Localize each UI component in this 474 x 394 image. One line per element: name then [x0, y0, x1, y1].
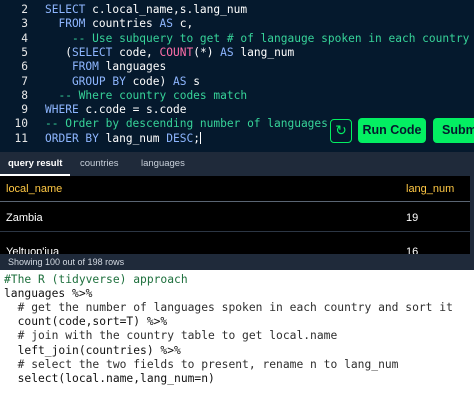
cell-local-name: Zambia: [6, 212, 43, 224]
r-code-line: left_join(countries) %>%: [4, 343, 181, 357]
code-token: SELECT: [71, 45, 120, 59]
query-result-panel: query result countries languages local_n…: [0, 148, 474, 270]
code-token: lang_num: [240, 45, 295, 59]
code-token: WHERE: [45, 103, 86, 117]
text-caret: [199, 131, 201, 144]
code-token: lang_num: [105, 131, 167, 145]
code-text: (SELECT code, COUNT(*) AS lang_num: [45, 46, 294, 60]
submit-button[interactable]: Submi: [433, 118, 474, 143]
result-table: local_name lang_num Zambia 19 Yeltuop'iu…: [0, 176, 470, 266]
code-token: code): [132, 74, 173, 88]
row-count-footer: Showing 100 out of 198 rows: [0, 254, 474, 270]
line-number: 3: [21, 17, 28, 31]
line-number: 6: [21, 60, 28, 74]
code-text: WHERE c.code = s.code: [45, 103, 186, 117]
code-token: -- Use subquery to get # of langauge spo…: [45, 31, 470, 45]
code-token: c,: [179, 17, 194, 31]
code-line[interactable]: 7 GROUP BY code) AS s: [0, 75, 474, 89]
run-code-button[interactable]: Run Code: [358, 118, 426, 143]
r-comment-line: # select the two fields to present, rena…: [4, 357, 399, 371]
code-token: DESC: [166, 131, 194, 145]
code-token: AS: [159, 17, 180, 31]
code-text: GROUP BY code) AS s: [45, 75, 200, 89]
code-token: -- Where country codes match: [45, 88, 248, 102]
code-token: c.local_name,s.lang_num: [92, 3, 248, 16]
line-number: 4: [21, 31, 28, 45]
code-line[interactable]: 2 SELECT c.local_name,s.lang_num: [0, 3, 474, 17]
code-text: -- Where country codes match: [45, 89, 247, 103]
code-token: s: [193, 74, 200, 88]
line-number: 2: [21, 3, 28, 16]
result-tabs: query result countries languages: [0, 152, 474, 176]
line-number: 7: [21, 74, 28, 88]
code-text: FROM languages: [45, 60, 166, 74]
code-token: -- Order by descending number of languag…: [45, 117, 328, 131]
code-text: SELECT c.local_name,s.lang_num: [45, 3, 247, 17]
code-token: ;: [193, 131, 200, 145]
table-scrollbar[interactable]: [470, 176, 474, 258]
tab-query-result[interactable]: query result: [0, 152, 71, 176]
cell-lang-num: 19: [406, 212, 419, 224]
r-comment-line: # join with the country table to get loc…: [4, 329, 338, 343]
table-row: Zambia 19: [0, 204, 470, 232]
code-line[interactable]: 6 FROM languages: [0, 60, 474, 74]
tab-languages[interactable]: languages: [133, 152, 193, 176]
code-token: (*): [193, 45, 221, 59]
code-line[interactable]: 5 (SELECT code, COUNT(*) AS lang_num: [0, 46, 474, 60]
r-code-line: languages %>%: [4, 287, 93, 301]
code-token: (: [45, 45, 72, 59]
table-header: local_name lang_num: [0, 176, 470, 202]
line-number: 10: [14, 117, 28, 131]
code-line[interactable]: 4 -- Use subquery to get # of langauge s…: [0, 32, 474, 46]
r-comment-line: # get the number of languages spoken in …: [4, 301, 453, 315]
code-line[interactable]: 8 -- Where country codes match: [0, 89, 474, 103]
code-token: ORDER BY: [45, 131, 106, 145]
code-token: countries: [92, 17, 160, 31]
r-code-line: select(local.name,lang_num=n): [4, 371, 215, 385]
code-token: GROUP BY: [45, 74, 133, 88]
column-header-local-name[interactable]: local_name: [6, 176, 62, 202]
code-text: -- Use subquery to get # of langauge spo…: [45, 32, 469, 46]
r-code-line: count(code,sort=T) %>%: [4, 315, 168, 329]
code-token: languages: [105, 60, 167, 74]
sql-editor[interactable]: 2 SELECT c.local_name,s.lang_num 3 FROM co…: [0, 0, 474, 148]
code-line[interactable]: 9 WHERE c.code = s.code: [0, 103, 474, 117]
line-number: 9: [21, 103, 28, 117]
code-token: c.code = s.code: [85, 103, 187, 117]
column-header-lang-num[interactable]: lang_num: [406, 176, 454, 202]
code-token: SELECT: [45, 3, 93, 16]
code-token: FROM: [45, 60, 106, 74]
tab-countries[interactable]: countries: [72, 152, 127, 176]
code-token: code,: [119, 45, 160, 59]
line-number: 8: [21, 88, 28, 102]
code-text: -- Order by descending number of languag…: [45, 117, 328, 131]
code-token: FROM: [45, 17, 93, 31]
reset-button[interactable]: ↻: [330, 119, 352, 143]
code-text: ORDER BY lang_num DESC;: [45, 131, 201, 146]
reset-icon: ↻: [335, 122, 347, 138]
code-text: FROM countries AS c,: [45, 17, 193, 31]
code-token: AS: [172, 74, 194, 88]
line-number: 11: [14, 131, 28, 145]
line-number: 5: [21, 45, 28, 59]
code-line[interactable]: 3 FROM countries AS c,: [0, 17, 474, 31]
code-token: COUNT: [159, 45, 194, 59]
r-comment-line: #The R (tidyverse) approach: [4, 273, 188, 286]
r-code-snippet: #The R (tidyverse) approach languages %>%…: [0, 270, 474, 394]
code-token: AS: [220, 45, 241, 59]
